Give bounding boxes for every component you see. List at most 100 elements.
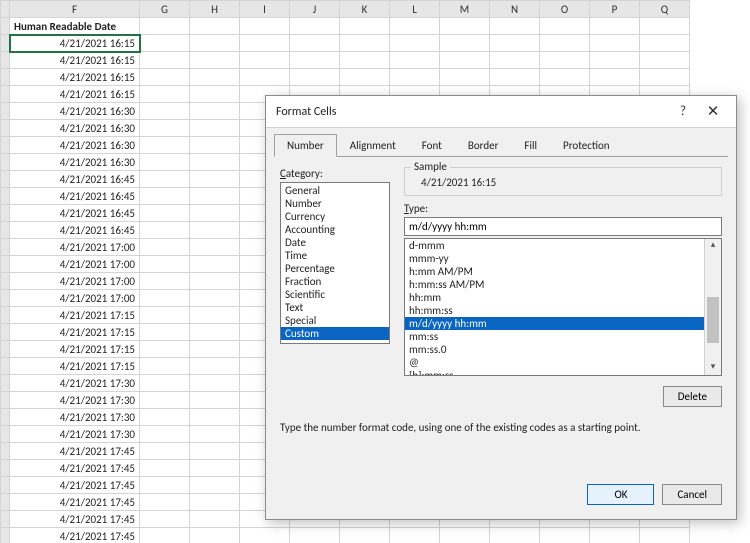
type-option[interactable]: hh:mm:ss <box>405 304 705 317</box>
type-options-list[interactable]: d-mmmmmm-yyh:mm AM/PMh:mm:ss AM/PMhh:mmh… <box>404 238 722 376</box>
cell[interactable] <box>140 239 190 256</box>
cell[interactable] <box>140 511 190 528</box>
row-header[interactable] <box>1 35 10 52</box>
scroll-up-icon[interactable]: ▴ <box>705 239 721 253</box>
cell[interactable] <box>190 222 240 239</box>
scrollbar[interactable]: ▴ ▾ <box>704 239 721 375</box>
cell[interactable] <box>190 358 240 375</box>
cell[interactable] <box>190 171 240 188</box>
cell[interactable] <box>340 528 390 543</box>
cell[interactable] <box>440 52 490 69</box>
tab-number[interactable]: Number <box>274 134 337 157</box>
cell[interactable] <box>140 358 190 375</box>
cell[interactable] <box>140 324 190 341</box>
cell[interactable] <box>390 35 440 52</box>
row-header[interactable] <box>1 239 10 256</box>
row-header[interactable] <box>1 154 10 171</box>
cell[interactable] <box>240 69 290 86</box>
cell[interactable]: 4/21/2021 16:15 <box>10 69 140 86</box>
cell[interactable] <box>140 188 190 205</box>
row-header[interactable] <box>1 69 10 86</box>
cell[interactable] <box>140 69 190 86</box>
cell[interactable] <box>190 188 240 205</box>
cell[interactable] <box>290 69 340 86</box>
column-header-P[interactable]: P <box>590 1 640 18</box>
cell[interactable] <box>190 205 240 222</box>
cell[interactable]: 4/21/2021 17:45 <box>10 477 140 494</box>
type-option[interactable]: h:mm AM/PM <box>405 265 705 278</box>
cell[interactable]: 4/21/2021 16:45 <box>10 171 140 188</box>
type-option[interactable]: @ <box>405 356 705 369</box>
cell[interactable] <box>440 18 490 35</box>
cell[interactable] <box>490 69 540 86</box>
cell[interactable] <box>140 460 190 477</box>
row-header[interactable] <box>1 188 10 205</box>
cell[interactable]: 4/21/2021 16:30 <box>10 154 140 171</box>
cell[interactable] <box>140 205 190 222</box>
cell[interactable] <box>290 18 340 35</box>
cell[interactable] <box>140 18 190 35</box>
cell[interactable]: 4/21/2021 17:45 <box>10 460 140 477</box>
category-text[interactable]: Text <box>281 301 389 314</box>
cell[interactable] <box>190 341 240 358</box>
cell[interactable] <box>140 120 190 137</box>
row-header[interactable] <box>1 443 10 460</box>
cell[interactable] <box>190 52 240 69</box>
cell[interactable] <box>590 528 640 543</box>
cell[interactable] <box>140 443 190 460</box>
column-header-G[interactable]: G <box>140 1 190 18</box>
row-header[interactable] <box>1 137 10 154</box>
cell[interactable] <box>140 35 190 52</box>
tab-border[interactable]: Border <box>455 134 512 157</box>
type-option[interactable]: h:mm:ss AM/PM <box>405 278 705 291</box>
cell[interactable] <box>390 528 440 543</box>
column-header-L[interactable]: L <box>390 1 440 18</box>
column-header-N[interactable]: N <box>490 1 540 18</box>
cell[interactable]: 4/21/2021 17:00 <box>10 239 140 256</box>
row-header[interactable] <box>1 392 10 409</box>
row-header[interactable] <box>1 222 10 239</box>
cell[interactable] <box>140 341 190 358</box>
cell[interactable] <box>340 52 390 69</box>
cell[interactable]: 4/21/2021 17:45 <box>10 494 140 511</box>
row-header[interactable] <box>1 375 10 392</box>
row-header[interactable] <box>1 341 10 358</box>
cell[interactable] <box>140 477 190 494</box>
tab-fill[interactable]: Fill <box>511 134 550 157</box>
cell[interactable] <box>390 69 440 86</box>
cell[interactable] <box>190 392 240 409</box>
cell[interactable] <box>190 103 240 120</box>
row-header[interactable] <box>1 171 10 188</box>
delete-button[interactable]: Delete <box>663 386 722 407</box>
column-header-K[interactable]: K <box>340 1 390 18</box>
cell[interactable] <box>190 426 240 443</box>
cell[interactable] <box>190 69 240 86</box>
cell[interactable] <box>540 35 590 52</box>
cell[interactable]: 4/21/2021 17:15 <box>10 358 140 375</box>
cell[interactable] <box>540 18 590 35</box>
corner-cell[interactable] <box>1 1 10 18</box>
cell[interactable]: 4/21/2021 17:30 <box>10 409 140 426</box>
selected-cell[interactable]: 4/21/2021 16:15 <box>10 35 140 52</box>
row-header[interactable] <box>1 494 10 511</box>
cell[interactable] <box>190 86 240 103</box>
category-general[interactable]: General <box>281 184 389 197</box>
cell[interactable] <box>140 426 190 443</box>
cell[interactable] <box>190 273 240 290</box>
cell[interactable]: 4/21/2021 16:30 <box>10 137 140 154</box>
cell[interactable]: 4/21/2021 17:15 <box>10 324 140 341</box>
cell[interactable] <box>190 154 240 171</box>
column-header-F[interactable]: F <box>10 1 140 18</box>
cell[interactable] <box>190 18 240 35</box>
cell[interactable]: 4/21/2021 17:00 <box>10 290 140 307</box>
category-date[interactable]: Date <box>281 236 389 249</box>
scroll-thumb[interactable] <box>707 297 719 343</box>
cell[interactable] <box>190 375 240 392</box>
row-header[interactable] <box>1 324 10 341</box>
cell[interactable] <box>190 460 240 477</box>
cell[interactable]: 4/21/2021 17:30 <box>10 426 140 443</box>
row-header[interactable] <box>1 205 10 222</box>
cell[interactable] <box>590 52 640 69</box>
category-number[interactable]: Number <box>281 197 389 210</box>
cell[interactable]: 4/21/2021 17:30 <box>10 392 140 409</box>
